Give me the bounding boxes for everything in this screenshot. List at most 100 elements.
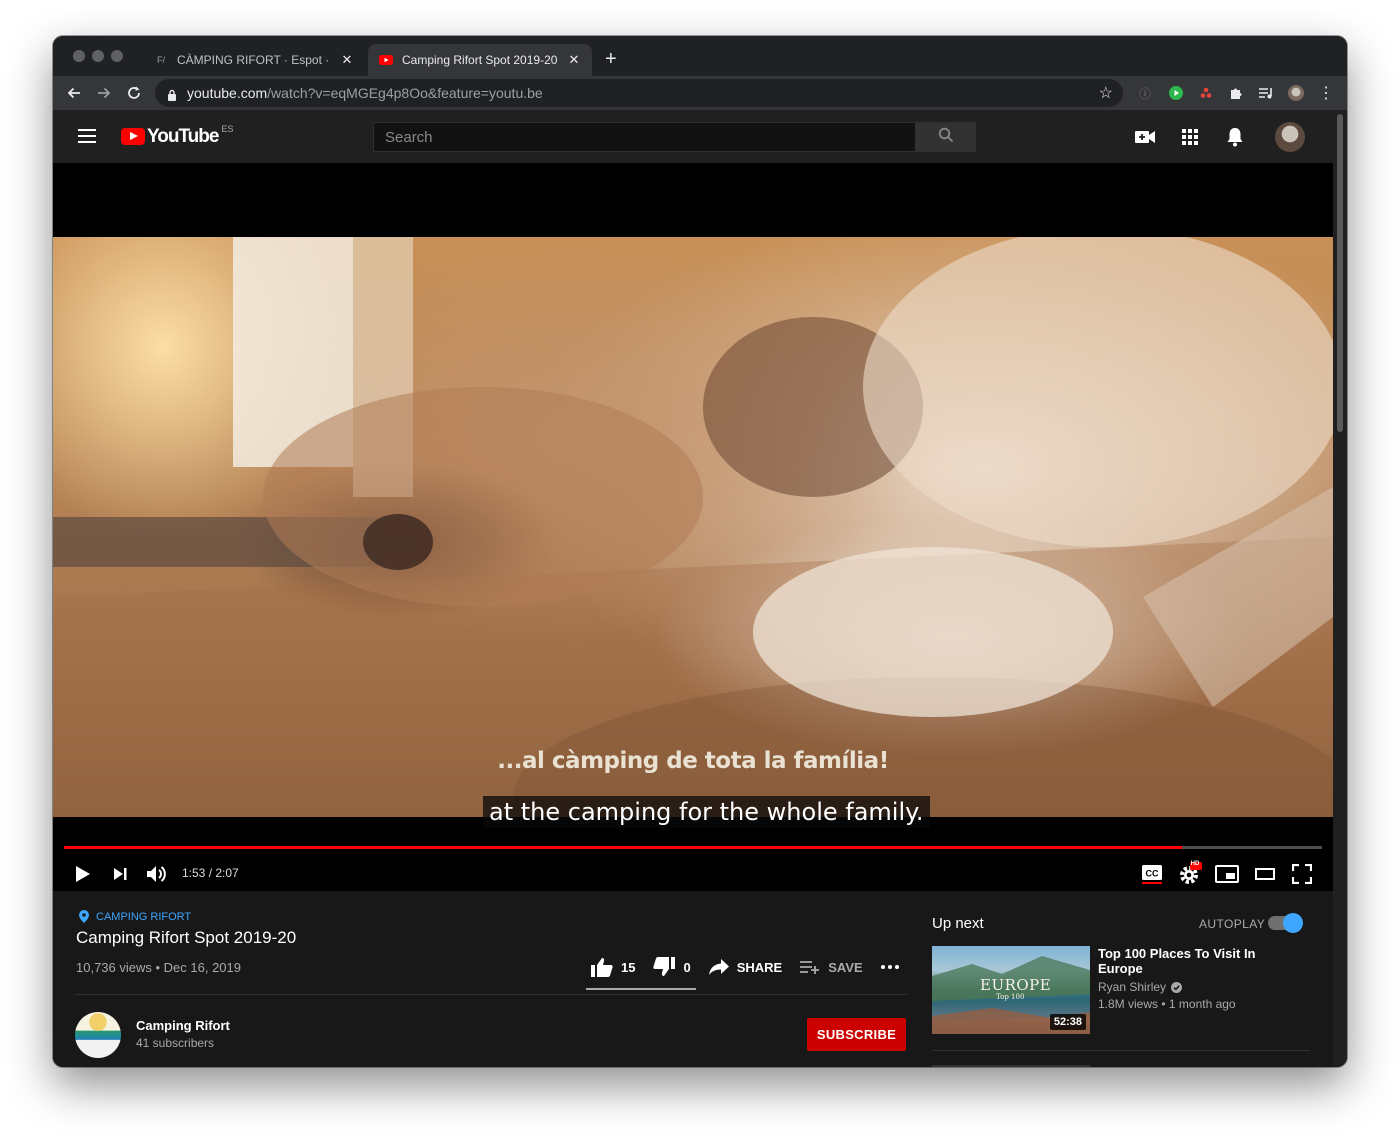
browser-window: F/ CÀMPING RIFORT · Espot · Fra ✕ Campin… — [53, 36, 1347, 1067]
next-button[interactable] — [107, 861, 133, 887]
current-time: 1:53 — [182, 866, 206, 880]
apps-grid-icon[interactable] — [1178, 125, 1202, 149]
notifications-bell-icon[interactable] — [1223, 125, 1247, 149]
next-video-thumbnail[interactable]: EUROPE Top 100 52:38 — [932, 946, 1090, 1034]
play-extension-icon[interactable] — [1168, 85, 1184, 101]
youtube-favicon-icon — [378, 52, 394, 68]
playlist-add-icon — [800, 960, 820, 974]
burned-in-caption: ...al càmping de tota la família! — [497, 748, 889, 774]
zoom-window-dot[interactable] — [111, 50, 123, 62]
youtube-logo[interactable]: YouTube ES — [121, 124, 234, 148]
menu-icon[interactable] — [78, 129, 96, 143]
hd-badge: HD — [1190, 861, 1200, 867]
url-host: youtube.com — [187, 85, 268, 101]
next-video-channel[interactable]: Ryan Shirley — [1098, 980, 1183, 994]
share-arrow-icon — [708, 959, 729, 975]
dislike-count: 0 — [683, 959, 691, 975]
sentiment-bar — [586, 988, 696, 990]
subtitles-cc-button[interactable]: CC — [1139, 861, 1165, 887]
autoplay-toggle[interactable] — [1268, 913, 1303, 933]
volume-icon[interactable] — [144, 861, 170, 887]
browser-menu-icon[interactable]: ⋮ — [1318, 85, 1334, 102]
verified-check-icon — [1171, 981, 1183, 993]
autoplay-label: AUTOPLAY — [1199, 917, 1266, 931]
divider — [932, 1050, 1310, 1051]
up-next-heading: Up next — [932, 915, 984, 932]
toggle-knob — [1283, 913, 1303, 933]
tab-youtube-video[interactable]: Camping Rifort Spot 2019-20 - ✕ — [368, 44, 592, 76]
masthead: YouTube ES Search — [53, 110, 1333, 163]
search-button[interactable] — [915, 122, 976, 152]
tab-camping-rifort-site[interactable]: F/ CÀMPING RIFORT · Espot · Fra ✕ — [143, 44, 365, 76]
reload-icon[interactable] — [123, 82, 145, 104]
channel-name[interactable]: Camping Rifort — [136, 1018, 230, 1033]
thumbnail-title: EUROPE — [980, 976, 1052, 994]
page-scrollbar[interactable] — [1333, 110, 1347, 1067]
subscriber-count: 41 subscribers — [136, 1036, 215, 1050]
dislike-button[interactable]: 0 — [653, 957, 691, 977]
channel-avatar[interactable] — [75, 1012, 121, 1058]
close-window-dot[interactable] — [73, 50, 85, 62]
country-code: ES — [221, 124, 234, 134]
svg-text:CC: CC — [1146, 869, 1159, 879]
tab-title: CÀMPING RIFORT · Espot · Fra — [177, 53, 333, 67]
new-tab-icon[interactable]: + — [605, 49, 617, 69]
video-player[interactable]: ...al càmping de tota la família! at the… — [53, 163, 1333, 891]
play-button[interactable] — [70, 861, 96, 887]
browser-toolbar: youtube.com/watch?v=eqMGEg4p8Oo&feature=… — [53, 76, 1347, 110]
more-horiz-icon — [880, 965, 899, 969]
like-button[interactable]: 15 — [591, 957, 635, 977]
back-arrow-icon[interactable] — [63, 82, 85, 104]
progress-bar[interactable] — [64, 846, 1322, 849]
save-label: SAVE — [828, 959, 863, 975]
sleeping-dog-image — [53, 237, 1333, 817]
create-video-icon[interactable] — [1133, 125, 1157, 149]
share-label: SHARE — [736, 959, 783, 975]
dots-extension-icon[interactable] — [1198, 85, 1214, 101]
thumbs-up-icon — [591, 957, 613, 977]
scrollbar-thumb[interactable] — [1337, 114, 1343, 432]
channel-name-text: Ryan Shirley — [1098, 980, 1167, 994]
location-text: CAMPING RIFORT — [96, 910, 192, 923]
duration-badge: 52:38 — [1049, 1014, 1086, 1030]
logo-wordmark: YouTube — [147, 126, 219, 147]
youtube-play-icon — [121, 128, 145, 145]
fullscreen-icon[interactable] — [1289, 861, 1315, 887]
video-views-date: 10,736 views • Dec 16, 2019 — [76, 960, 241, 975]
url-text: youtube.com/watch?v=eqMGEg4p8Oo&feature=… — [187, 85, 543, 101]
site-favicon-icon: F/ — [157, 55, 165, 65]
save-button[interactable]: SAVE — [800, 959, 863, 975]
minimize-window-dot[interactable] — [92, 50, 104, 62]
share-button[interactable]: SHARE — [708, 959, 783, 975]
tab-close-icon[interactable]: ✕ — [566, 52, 582, 68]
miniplayer-icon[interactable] — [1214, 861, 1240, 887]
bookmark-star-icon[interactable]: ☆ — [1099, 83, 1113, 103]
total-time: 2:07 — [215, 866, 239, 880]
more-actions-button[interactable] — [880, 965, 899, 969]
tab-close-icon[interactable]: ✕ — [339, 52, 355, 68]
next-video-meta: 1.8M views • 1 month ago — [1098, 997, 1236, 1011]
search-input[interactable]: Search — [373, 122, 916, 152]
thumbnail-subtitle: Top 100 — [996, 993, 1025, 1001]
closed-caption-text: at the camping for the whole family. — [483, 796, 930, 828]
next-video-title[interactable]: Top 100 Places To Visit In Europe — [1098, 946, 1268, 976]
media-queue-icon[interactable] — [1258, 85, 1274, 101]
location-link[interactable]: CAMPING RIFORT — [79, 910, 191, 923]
subscribe-button[interactable]: SUBSCRIBE — [807, 1018, 906, 1051]
next-item-peek — [932, 1065, 1090, 1067]
video-frame[interactable] — [53, 237, 1333, 817]
lock-icon — [167, 88, 177, 101]
theater-mode-icon[interactable] — [1252, 861, 1278, 887]
profile-avatar-icon[interactable] — [1288, 85, 1304, 101]
address-bar[interactable]: youtube.com/watch?v=eqMGEg4p8Oo&feature=… — [155, 79, 1123, 107]
video-actions: 15 0 SHARE SAVE — [591, 955, 899, 979]
tab-title: Camping Rifort Spot 2019-20 - — [402, 53, 560, 67]
like-count: 15 — [621, 959, 636, 975]
extensions-puzzle-icon[interactable] — [1228, 85, 1244, 101]
info-extension-icon[interactable]: ⓘ — [1137, 85, 1153, 101]
forward-arrow-icon[interactable] — [93, 82, 115, 104]
account-avatar[interactable] — [1275, 122, 1305, 152]
tab-strip: F/ CÀMPING RIFORT · Espot · Fra ✕ Campin… — [53, 36, 1347, 76]
time-display: 1:53 / 2:07 — [182, 866, 239, 880]
url-path: /watch?v=eqMGEg4p8Oo&feature=youtu.be — [267, 85, 543, 101]
